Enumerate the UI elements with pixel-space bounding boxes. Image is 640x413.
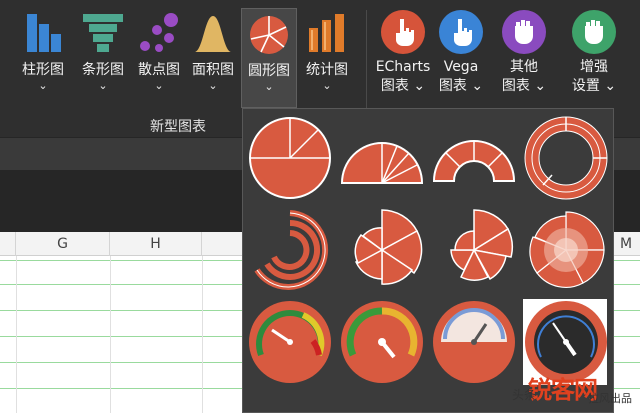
- gauge-1-thumb[interactable]: [247, 299, 333, 385]
- column-chart-button[interactable]: 柱形图 ⌄: [18, 10, 68, 92]
- statistic-chart-icon: [309, 14, 344, 52]
- rose-pie-3-thumb[interactable]: [523, 207, 609, 293]
- group-label-new-charts: 新型图表: [150, 119, 206, 135]
- statistic-chart-label: 统计图: [306, 62, 348, 78]
- rose-pie-thumb[interactable]: [339, 207, 425, 293]
- area-chart-button[interactable]: 面积图 ⌄: [186, 10, 240, 92]
- column-chart-icon: [27, 14, 61, 52]
- vega-button[interactable]: Vega 图表 ⌄: [429, 10, 493, 96]
- watermark: 锐客网 头条 拉风出品: [512, 368, 640, 413]
- fist-icon: [572, 10, 616, 54]
- vega-label-line2: 图表 ⌄: [438, 78, 484, 94]
- echarts-button[interactable]: ECharts 图表 ⌄: [371, 10, 435, 96]
- chevron-down-icon: ⌄: [38, 79, 48, 92]
- hand-point-icon: [381, 10, 425, 54]
- gauge-2-thumb[interactable]: [339, 299, 425, 385]
- gauge-3-thumb[interactable]: [431, 299, 517, 385]
- column-chart-label: 柱形图: [22, 62, 64, 78]
- radial-bar-thumb[interactable]: [247, 207, 333, 293]
- echarts-label-line1: ECharts: [375, 59, 431, 75]
- area-chart-label: 面积图: [192, 62, 234, 78]
- fist-icon: [502, 10, 546, 54]
- column-gridline: [110, 256, 111, 413]
- column-header-g[interactable]: G: [16, 232, 110, 256]
- pie-basic-thumb[interactable]: [247, 115, 333, 201]
- chevron-down-icon: ⌄: [534, 78, 547, 94]
- vega-label-line1: Vega: [443, 59, 479, 75]
- column-gridline: [16, 256, 17, 413]
- other-charts-label-line1: 其他: [510, 59, 538, 75]
- chevron-down-icon: ⌄: [413, 78, 426, 94]
- enhanced-settings-button[interactable]: 增强 设置 ⌄: [562, 10, 626, 96]
- statistic-chart-button[interactable]: 统计图 ⌄: [300, 10, 354, 92]
- pie-chart-label: 圆形图: [248, 63, 290, 79]
- watermark-sub: 头条: [512, 388, 537, 402]
- pie-chart-icon: [250, 16, 288, 54]
- bar-chart-button[interactable]: 条形图 ⌄: [76, 10, 130, 92]
- column-header-h[interactable]: H: [110, 232, 202, 256]
- other-charts-label-line2: 图表 ⌄: [501, 78, 547, 94]
- column-gridline: [202, 256, 203, 413]
- chevron-down-icon: ⌄: [154, 79, 164, 92]
- chevron-down-icon: ⌄: [471, 78, 484, 94]
- chevron-down-icon: ⌄: [264, 80, 274, 93]
- pie-half-donut-thumb[interactable]: [431, 115, 517, 201]
- column-header-m[interactable]: M: [612, 232, 640, 256]
- chevron-down-icon: ⌄: [322, 79, 332, 92]
- donut-multi-thumb[interactable]: [523, 115, 609, 201]
- other-charts-button[interactable]: 其他 图表 ⌄: [492, 10, 556, 96]
- chevron-down-icon: ⌄: [98, 79, 108, 92]
- scatter-chart-icon: [140, 13, 178, 52]
- enhanced-settings-label-line2: 设置 ⌄: [571, 78, 617, 94]
- area-chart-icon: [195, 16, 231, 52]
- chevron-down-icon: ⌄: [208, 79, 218, 92]
- scatter-chart-button[interactable]: 散点图 ⌄: [132, 10, 186, 92]
- watermark-main: 锐客网: [528, 376, 598, 404]
- enhanced-settings-label-line1: 增强: [580, 59, 608, 75]
- pie-chart-button[interactable]: 圆形图 ⌄: [241, 8, 297, 108]
- pie-semicircle-thumb[interactable]: [339, 115, 425, 201]
- column-header[interactable]: [0, 232, 16, 256]
- bar-chart-label: 条形图: [82, 62, 124, 78]
- hand-point-icon: [439, 10, 483, 54]
- echarts-label-line2: 图表 ⌄: [380, 78, 426, 94]
- rose-pie-2-thumb[interactable]: [431, 207, 517, 293]
- watermark-sub2: 拉风出品: [588, 392, 632, 405]
- funnel-bar-chart-icon: [83, 14, 123, 52]
- chevron-down-icon: ⌄: [604, 78, 617, 94]
- scatter-chart-label: 散点图: [138, 62, 180, 78]
